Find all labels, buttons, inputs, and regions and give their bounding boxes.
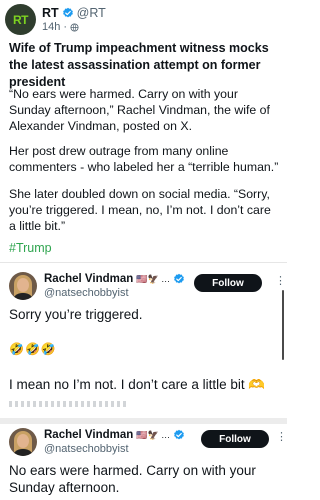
embedded-tweet-card[interactable]: Rachel Vindman 🇺🇸🦅 … @natsechobbyist Fol… (0, 418, 287, 500)
post-title: Wife of Trump impeachment witness mocks … (9, 41, 269, 89)
name-emoji-flags: 🇺🇸🦅 … (136, 273, 171, 284)
hashtag-link[interactable]: #Trump (9, 241, 52, 255)
embedded-author-name[interactable]: Rachel Vindman (44, 273, 133, 285)
embedded-author-line: Rachel Vindman 🇺🇸🦅 … (44, 429, 185, 441)
verified-badge-icon (174, 429, 185, 440)
post-time[interactable]: 14h (42, 21, 60, 33)
post-header: RT RT @RT 14h · (5, 4, 283, 36)
more-options-icon[interactable]: ⋮ (275, 274, 286, 287)
scrollbar-thumb[interactable] (282, 290, 284, 360)
rt-logo-text: RT (13, 12, 29, 27)
embedded-author-name[interactable]: Rachel Vindman (44, 429, 133, 441)
embedded-author-line: Rachel Vindman 🇺🇸🦅 … (44, 273, 185, 285)
post-paragraph: Her post drew outrage from many online c… (9, 144, 279, 175)
embedded-tweet-card[interactable]: Rachel Vindman 🇺🇸🦅 … @natsechobbyist Fol… (0, 262, 287, 408)
avatar[interactable] (9, 428, 37, 456)
embedded-tweet-emojis: 🤣🤣🤣 (9, 342, 57, 356)
post-paragraph: “No ears were harmed. Carry on with your… (9, 87, 270, 134)
embedded-tweet-text: No ears were harmed. Carry on with your … (9, 463, 256, 495)
post-paragraph: She later doubled down on social media. … (9, 187, 271, 234)
post-meta: 14h · (42, 21, 79, 33)
verified-badge-icon (174, 273, 185, 284)
author-line: RT @RT (42, 6, 106, 20)
verified-badge-icon (62, 7, 73, 18)
follow-button[interactable]: Follow (194, 274, 262, 292)
rt-avatar[interactable]: RT (5, 4, 36, 35)
name-emoji-flags: 🇺🇸🦅 … (136, 429, 171, 440)
embedded-tweet-text: Sorry you’re triggered. (9, 307, 143, 322)
cropped-text-line (9, 401, 129, 407)
meta-separator: · (63, 21, 68, 33)
more-options-icon[interactable]: ⋮ (276, 430, 287, 443)
embedded-author-handle[interactable]: @natsechobbyist (44, 443, 129, 455)
embedded-author-handle[interactable]: @natsechobbyist (44, 287, 129, 299)
avatar[interactable] (9, 272, 37, 300)
globe-icon (70, 22, 79, 32)
embedded-tweet-text: I mean no I’m not. I don’t care a little… (9, 377, 266, 392)
author-name[interactable]: RT (42, 6, 59, 20)
author-handle[interactable]: @RT (77, 6, 106, 20)
follow-button[interactable]: Follow (201, 430, 269, 448)
